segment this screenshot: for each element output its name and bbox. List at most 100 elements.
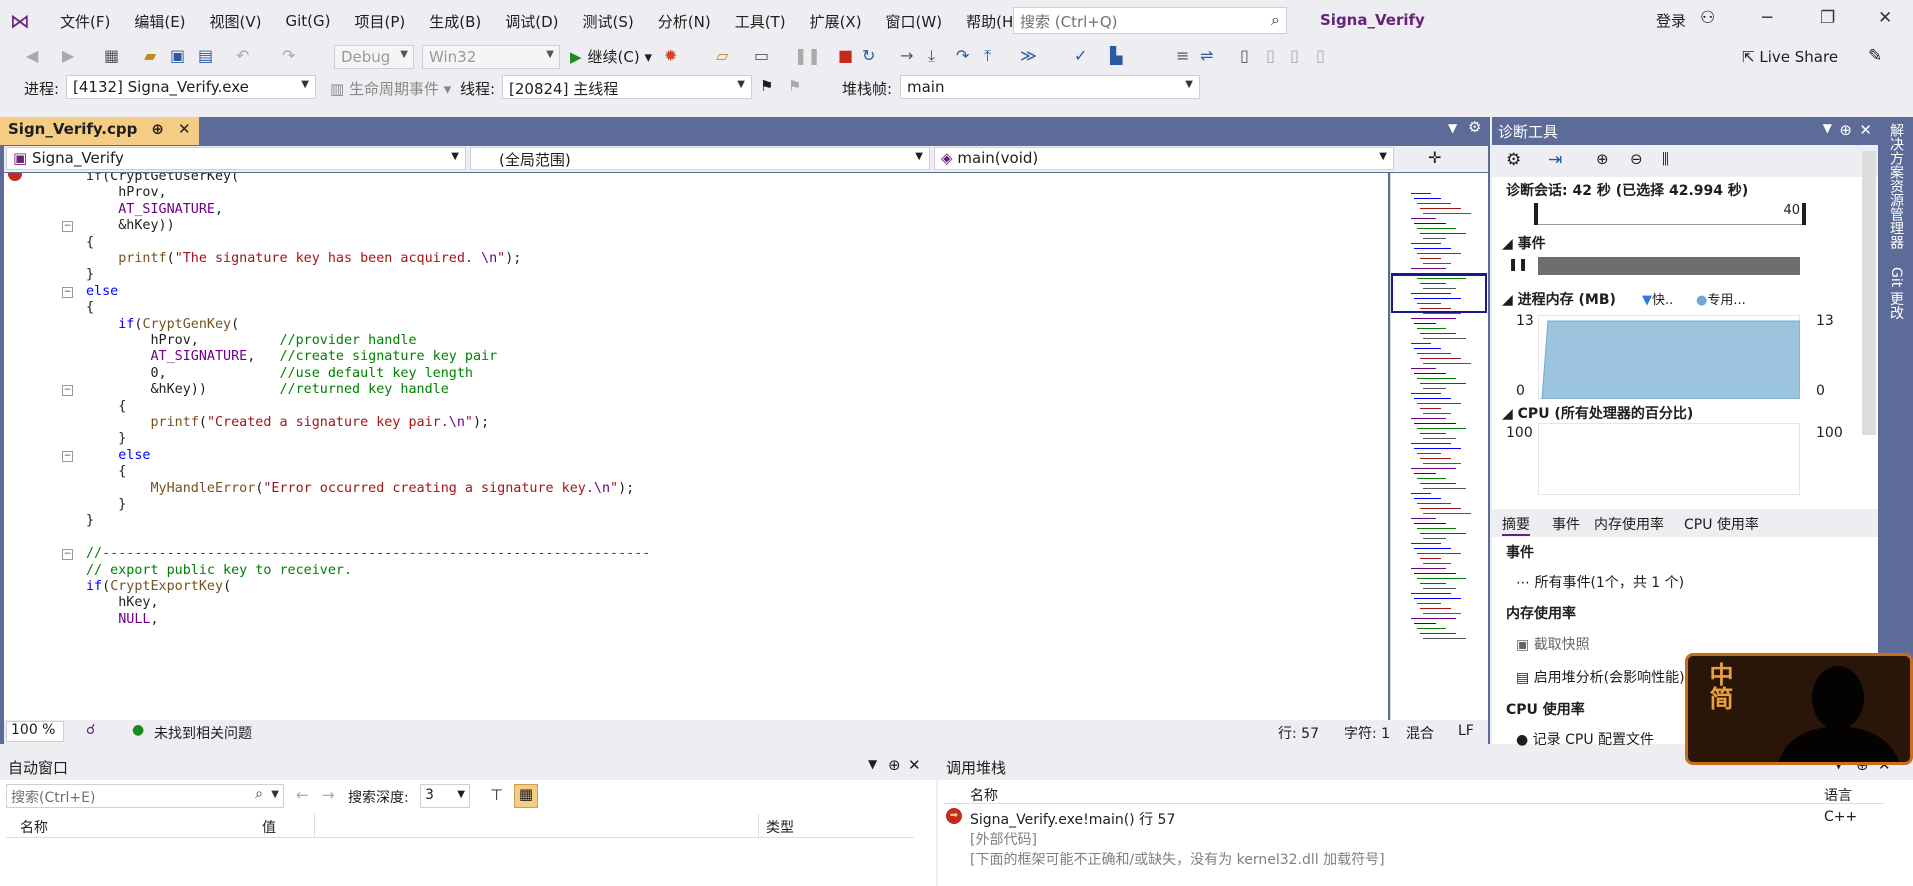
- step-over-icon[interactable]: ↷: [956, 46, 969, 65]
- heap-profiling-button[interactable]: ▤ 启用堆分析(会影响性能): [1516, 667, 1685, 687]
- visual-studio-logo-icon[interactable]: ⋈: [10, 10, 34, 32]
- split-icon[interactable]: ✛: [1428, 148, 1441, 167]
- tab-list-icon[interactable]: ▼: [1448, 121, 1457, 135]
- menu-debug[interactable]: 调试(D): [493, 11, 570, 32]
- indent-icon[interactable]: ≡: [1176, 46, 1189, 65]
- pin-to-source-icon[interactable]: ⊤: [490, 786, 503, 804]
- spell-check-icon[interactable]: ✓: [1074, 46, 1087, 65]
- table-row[interactable]: [外部代码]: [944, 828, 1884, 848]
- flag-threads-icon[interactable]: ⚑: [788, 77, 801, 95]
- project-combo[interactable]: ▣ Signa_Verify ▼: [6, 147, 466, 170]
- tab-cpu-usage[interactable]: CPU 使用率: [1684, 514, 1759, 534]
- close-icon[interactable]: ✕: [1859, 121, 1872, 139]
- next-bookmark-icon[interactable]: ▯: [1290, 46, 1299, 65]
- line-status[interactable]: 行: 57: [1278, 723, 1319, 743]
- tab-events[interactable]: 事件: [1552, 514, 1580, 534]
- hot-reload-icon[interactable]: ✹: [664, 46, 677, 65]
- collapse-icon[interactable]: ◢: [1502, 236, 1513, 252]
- menu-file[interactable]: 文件(F): [48, 11, 122, 32]
- timeline-end-handle[interactable]: [1802, 203, 1806, 225]
- solution-explorer-tab[interactable]: 解决方案资源管理器: [1886, 123, 1906, 249]
- code-line[interactable]: printf("The signature key has been acqui…: [86, 249, 521, 269]
- take-snapshot-button[interactable]: ▣ 截取快照: [1516, 634, 1590, 654]
- code-editor[interactable]: − − − − − if(CryptGetUserKey( hProv, AT_SIGN…: [4, 173, 1388, 720]
- close-icon[interactable]: ✕: [1878, 8, 1892, 28]
- timeline-start-handle[interactable]: [1534, 203, 1538, 225]
- live-share-button[interactable]: ⇱ Live Share: [1742, 48, 1838, 66]
- table-row[interactable]: [下面的框架可能不正确和/或缺失，没有为 kernel32.dll 加载符号]: [944, 848, 1884, 868]
- menu-build[interactable]: 生成(B): [417, 11, 493, 32]
- forward-icon[interactable]: ▶: [62, 46, 74, 65]
- pin-icon[interactable]: ⊕: [1839, 121, 1852, 139]
- browse-icon[interactable]: ▱: [716, 46, 728, 65]
- chevron-down-icon[interactable]: ▼: [868, 757, 877, 771]
- col-divider[interactable]: [314, 814, 315, 838]
- chevron-down-icon[interactable]: ▼: [271, 789, 279, 800]
- collapse-region-icon[interactable]: −: [62, 450, 73, 462]
- undo-icon[interactable]: ↶: [236, 46, 249, 65]
- code-line[interactable]: &hKey)) //returned key handle: [86, 380, 448, 400]
- git-changes-tab[interactable]: Git 更改: [1886, 267, 1906, 320]
- tab-memory-usage[interactable]: 内存使用率: [1594, 514, 1664, 534]
- configuration-combo[interactable]: Debug ▼: [334, 45, 414, 69]
- zoom-out-icon[interactable]: ⊖: [1630, 150, 1643, 168]
- issues-status[interactable]: 未找到相关问题: [154, 723, 252, 743]
- layout-icon[interactable]: ▭: [754, 46, 769, 65]
- chevron-down-icon[interactable]: ▼: [1823, 121, 1832, 135]
- record-cpu-button[interactable]: ● 记录 CPU 配置文件: [1516, 729, 1654, 749]
- collapse-region-icon[interactable]: −: [62, 385, 73, 397]
- close-icon[interactable]: ✕: [908, 756, 921, 774]
- menu-analyze[interactable]: 分析(N): [646, 11, 723, 32]
- stop-icon[interactable]: ■: [838, 46, 853, 65]
- menu-git[interactable]: Git(G): [274, 12, 343, 30]
- continue-button[interactable]: ▶ 继续(C) ▾: [570, 46, 652, 67]
- all-events-link[interactable]: ⋯ 所有事件(1个，共 1 个): [1516, 572, 1684, 592]
- collapse-region-icon[interactable]: −: [62, 549, 73, 561]
- menu-view[interactable]: 视图(V): [198, 11, 274, 32]
- prev-bookmark-icon[interactable]: ▯: [1266, 46, 1275, 65]
- collapse-region-icon[interactable]: −: [62, 221, 73, 233]
- menu-edit[interactable]: 编辑(E): [122, 11, 197, 32]
- function-combo[interactable]: ◈ main(void) ▼: [934, 147, 1394, 170]
- stack-frame-combo[interactable]: main ▼: [900, 75, 1200, 99]
- menu-extensions[interactable]: 扩展(X): [798, 11, 874, 32]
- minimap-scrollbar[interactable]: [1390, 173, 1488, 720]
- pause-icon[interactable]: ❚❚: [1508, 257, 1528, 271]
- save-icon[interactable]: ▣: [170, 46, 185, 65]
- intellicode-icon[interactable]: ☌: [86, 722, 95, 738]
- breakpoint-icon[interactable]: [8, 173, 22, 181]
- login-link[interactable]: 登录: [1656, 10, 1686, 31]
- search-forward-icon[interactable]: →: [322, 786, 335, 804]
- format-icon[interactable]: ⇌: [1200, 46, 1213, 65]
- col-type[interactable]: 类型: [766, 817, 794, 837]
- settings-gear-icon[interactable]: ⚙: [1506, 150, 1521, 170]
- redo-icon[interactable]: ↷: [282, 46, 295, 65]
- menu-window[interactable]: 窗口(W): [874, 11, 955, 32]
- menu-project[interactable]: 项目(P): [343, 11, 418, 32]
- reset-view-icon[interactable]: ⫼: [1662, 150, 1669, 168]
- search-input[interactable]: 搜索 (Ctrl+Q) ⌕: [1013, 7, 1287, 34]
- back-icon[interactable]: ◀: [26, 46, 38, 65]
- settings-gear-icon[interactable]: ⚙: [1468, 118, 1481, 136]
- bookmark-icon[interactable]: ▯: [1240, 46, 1249, 65]
- lifecycle-events-button[interactable]: ▥ 生命周期事件 ▾: [330, 78, 451, 99]
- code-line[interactable]: NULL,: [86, 610, 158, 630]
- col-divider[interactable]: [758, 814, 759, 838]
- select-tools-icon[interactable]: ⇥: [1548, 150, 1562, 170]
- search-depth-combo[interactable]: 3 ▼: [420, 784, 470, 808]
- col-language[interactable]: 语言: [1824, 785, 1852, 805]
- flag-thread-icon[interactable]: ⚑: [760, 77, 773, 95]
- open-folder-icon[interactable]: ▰: [144, 46, 156, 65]
- platform-combo[interactable]: Win32 ▼: [422, 45, 560, 69]
- pin-icon[interactable]: ⊕: [151, 120, 164, 142]
- minimap-viewport[interactable]: [1391, 273, 1487, 313]
- mode-status[interactable]: 混合: [1406, 723, 1434, 743]
- collapse-icon[interactable]: ◢: [1502, 406, 1513, 422]
- break-all-icon[interactable]: ❚❚: [794, 46, 821, 65]
- restart-icon[interactable]: ↻: [862, 46, 875, 65]
- zoom-combo[interactable]: 100 %: [6, 721, 64, 742]
- process-combo[interactable]: [4132] Signa_Verify.exe ▼: [66, 75, 316, 99]
- step-into-icon[interactable]: ⤓: [928, 46, 935, 66]
- char-status[interactable]: 字符: 1: [1344, 723, 1390, 743]
- code-line[interactable]: MyHandleError("Error occurred creating a…: [86, 479, 635, 499]
